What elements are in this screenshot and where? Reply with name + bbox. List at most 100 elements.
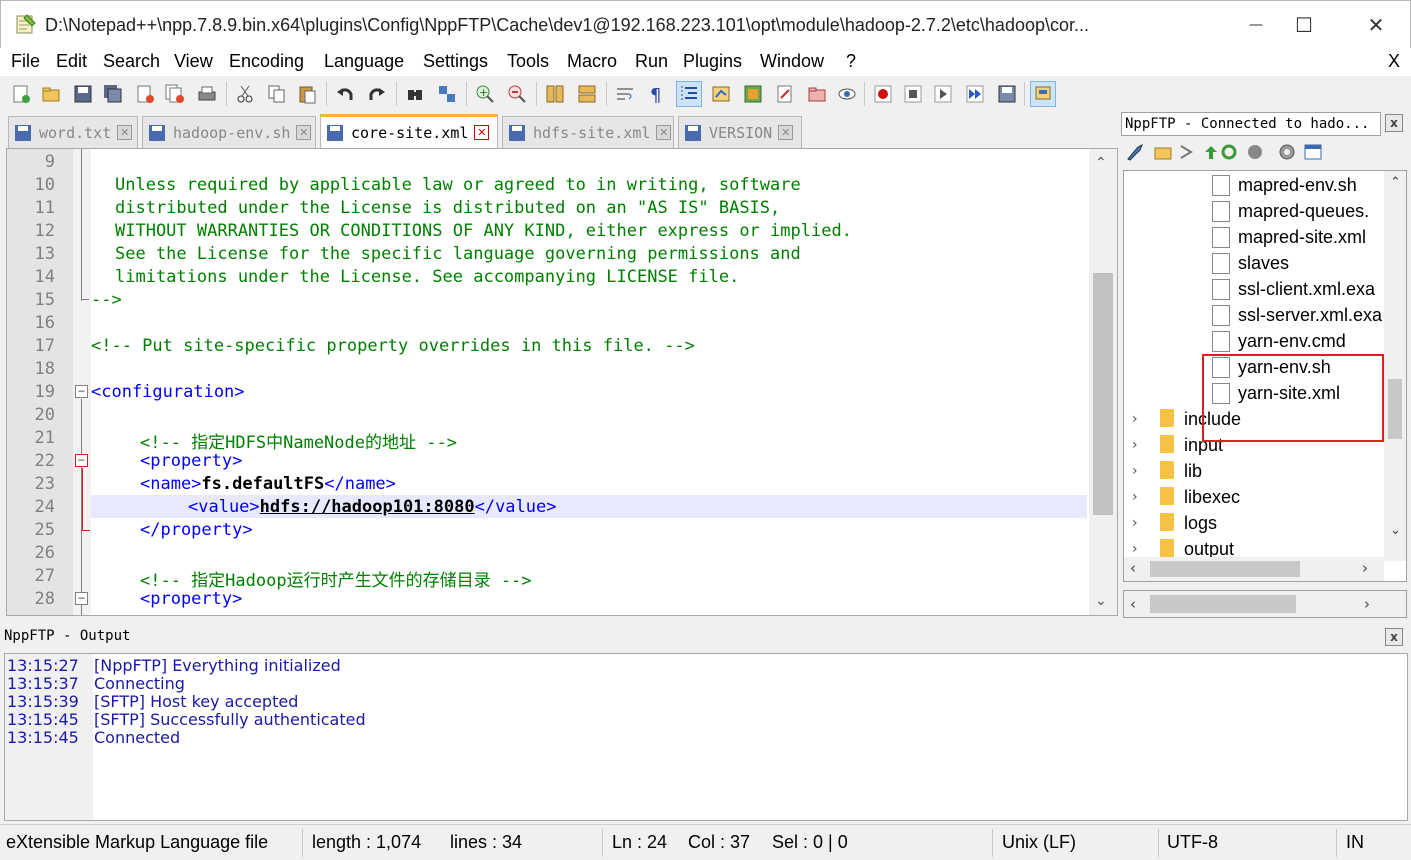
tab-word-txt[interactable]: word.txt ✕	[8, 116, 138, 148]
maximize-button[interactable]: ☐	[1281, 9, 1327, 41]
fold-toggle-icon[interactable]: −	[75, 385, 88, 398]
tree-folder[interactable]: logs	[1184, 513, 1217, 534]
sync-horizontal-icon[interactable]	[574, 81, 600, 107]
scroll-right-icon[interactable]: ›	[1362, 559, 1368, 577]
undo-icon[interactable]	[332, 81, 358, 107]
redo-icon[interactable]	[364, 81, 390, 107]
tree-horizontal-scrollbar[interactable]: ‹ ›	[1124, 557, 1384, 581]
menu-language[interactable]: Language	[324, 51, 404, 72]
run-macro-multiple-icon[interactable]	[962, 81, 988, 107]
close-tab-icon[interactable]: ✕	[474, 125, 490, 140]
folder-open-icon[interactable]	[1153, 142, 1173, 166]
find-icon[interactable]	[402, 81, 428, 107]
tree-folder[interactable]: lib	[1184, 461, 1202, 482]
close-panel-button[interactable]: x	[1385, 114, 1403, 132]
tree-vertical-scrollbar[interactable]: ⌃ ⌄	[1384, 171, 1406, 561]
editor-vertical-scrollbar[interactable]: ⌃ ⌄	[1089, 149, 1117, 615]
menu-tools[interactable]: Tools	[507, 51, 549, 72]
save-macro-icon[interactable]	[994, 81, 1020, 107]
expand-chevron-icon[interactable]: ›	[1132, 515, 1138, 531]
scroll-down-icon[interactable]: ⌄	[1390, 523, 1401, 538]
menu-search[interactable]: Search	[103, 51, 160, 72]
folder-workspace-icon[interactable]	[772, 81, 798, 107]
tree-folder[interactable]: libexec	[1184, 487, 1240, 508]
local-scrollbar[interactable]: ‹ ›	[1123, 590, 1407, 618]
doc-map-icon[interactable]	[708, 81, 734, 107]
scroll-left-icon[interactable]: ‹	[1130, 595, 1136, 613]
cut-icon[interactable]	[232, 81, 258, 107]
save-icon[interactable]	[70, 81, 96, 107]
scroll-right-icon[interactable]: ›	[1364, 595, 1370, 613]
tree-file[interactable]: mapred-env.sh	[1238, 175, 1357, 196]
tree-file[interactable]: mapred-site.xml	[1238, 227, 1366, 248]
expand-chevron-icon[interactable]: ›	[1132, 489, 1138, 505]
abort-icon[interactable]	[1245, 142, 1265, 166]
sync-vertical-icon[interactable]	[542, 81, 568, 107]
show-all-chars-icon[interactable]: ¶	[644, 81, 670, 107]
remote-file-tree[interactable]: mapred-env.sh mapred-queues. mapred-site…	[1123, 170, 1407, 582]
stop-macro-icon[interactable]	[900, 81, 926, 107]
menu-view[interactable]: View	[174, 51, 213, 72]
message-window-icon[interactable]	[1303, 142, 1323, 166]
print-icon[interactable]	[194, 81, 220, 107]
menu-settings[interactable]: Settings	[423, 51, 488, 72]
indent-guide-icon[interactable]	[676, 81, 702, 107]
open-file-icon[interactable]	[38, 81, 64, 107]
tab-hadoop-env[interactable]: hadoop-env.sh ✕	[142, 116, 316, 148]
scroll-thumb[interactable]	[1388, 379, 1402, 439]
tab-hdfs-site[interactable]: hdfs-site.xml ✕	[502, 116, 674, 148]
expand-chevron-icon[interactable]: ›	[1132, 463, 1138, 479]
menu-window[interactable]: Window	[760, 51, 824, 72]
scroll-up-icon[interactable]: ⌃	[1095, 155, 1107, 171]
close-file-icon[interactable]	[132, 81, 158, 107]
scroll-thumb[interactable]	[1150, 595, 1296, 613]
zoom-out-icon[interactable]	[504, 81, 530, 107]
zoom-in-icon[interactable]: +	[472, 81, 498, 107]
menu-encoding[interactable]: Encoding	[229, 51, 304, 72]
close-tab-icon[interactable]: ✕	[656, 125, 672, 140]
close-all-icon[interactable]	[162, 81, 188, 107]
tree-file[interactable]: yarn-env.cmd	[1238, 331, 1346, 352]
scroll-down-icon[interactable]: ⌄	[1095, 593, 1107, 609]
fold-toggle-icon[interactable]: −	[75, 592, 88, 605]
word-wrap-icon[interactable]	[612, 81, 638, 107]
minimize-button[interactable]: —	[1233, 9, 1279, 41]
menu-macro[interactable]: Macro	[567, 51, 617, 72]
nppftp-toggle-icon[interactable]	[1030, 81, 1056, 107]
close-tab-icon[interactable]: ✕	[778, 125, 794, 140]
code-editor[interactable]: 9 10 11 12 13 14 15 16 17 18 19 20 21 22…	[6, 148, 1118, 616]
scroll-left-icon[interactable]: ‹	[1130, 559, 1136, 577]
menu-file[interactable]: File	[11, 51, 40, 72]
sync-icon[interactable]	[1219, 142, 1239, 166]
record-macro-icon[interactable]	[870, 81, 896, 107]
tree-file[interactable]: mapred-queues.	[1238, 201, 1369, 222]
menu-help[interactable]: ?	[846, 51, 856, 72]
fold-toggle-icon[interactable]: −	[75, 454, 88, 467]
menu-run[interactable]: Run	[635, 51, 668, 72]
save-all-icon[interactable]	[100, 81, 126, 107]
expand-chevron-icon[interactable]: ›	[1132, 411, 1138, 427]
scroll-up-icon[interactable]: ⌃	[1390, 175, 1401, 190]
close-document-button[interactable]: X	[1388, 51, 1400, 72]
function-list-icon[interactable]	[740, 81, 766, 107]
tree-file[interactable]: slaves	[1238, 253, 1289, 274]
menu-edit[interactable]: Edit	[56, 51, 87, 72]
replace-icon[interactable]	[434, 81, 460, 107]
copy-icon[interactable]	[264, 81, 290, 107]
close-output-button[interactable]: x	[1385, 628, 1403, 646]
refresh-icon[interactable]	[1177, 142, 1197, 166]
settings-gear-icon[interactable]	[1277, 142, 1297, 166]
eye-icon[interactable]	[834, 81, 860, 107]
expand-chevron-icon[interactable]: ›	[1132, 437, 1138, 453]
status-encoding[interactable]: UTF-8	[1167, 832, 1218, 853]
close-tab-icon[interactable]: ✕	[117, 125, 133, 140]
tree-file[interactable]: ssl-server.xml.exa	[1238, 305, 1382, 326]
close-window-button[interactable]: ✕	[1353, 9, 1399, 41]
expand-chevron-icon[interactable]: ›	[1132, 541, 1138, 557]
tab-version[interactable]: VERSION ✕	[678, 116, 802, 148]
connect-icon[interactable]	[1125, 142, 1145, 166]
output-log[interactable]: 13:15:27 [NppFTP] Everything initialized…	[4, 653, 1408, 821]
status-eol[interactable]: Unix (LF)	[1002, 832, 1076, 853]
monitoring-icon[interactable]	[804, 81, 830, 107]
new-file-icon[interactable]	[8, 81, 34, 107]
